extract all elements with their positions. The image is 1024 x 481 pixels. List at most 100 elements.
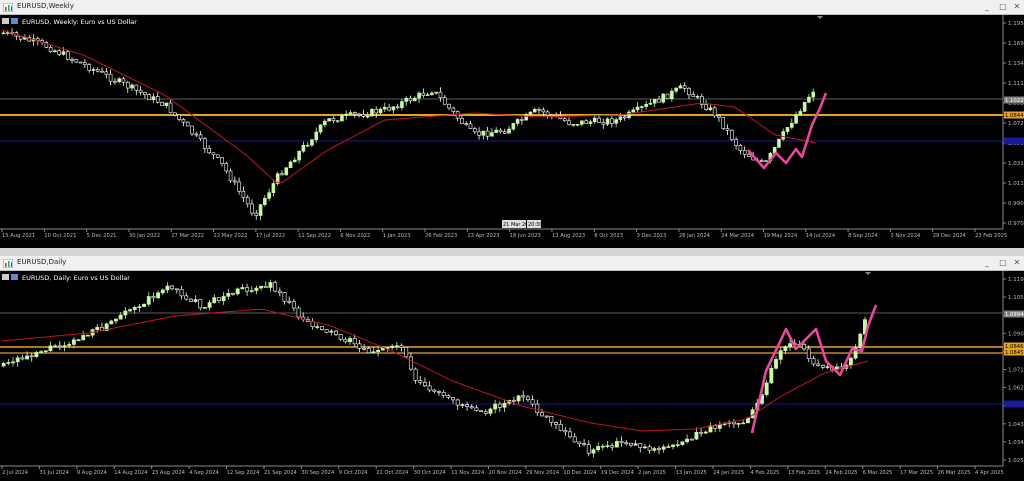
chart-shift-marker — [817, 16, 823, 19]
candle-body — [584, 120, 588, 124]
daily-price-chart[interactable]: EURUSD, Daily: Euro vs US Dollar 1.11965 1… — [0, 271, 1024, 481]
candle-body — [314, 131, 319, 141]
candle-body — [588, 121, 593, 124]
candle-body — [412, 97, 417, 102]
candle-body — [324, 329, 329, 333]
candle-body — [203, 138, 207, 149]
candle-body — [34, 352, 39, 358]
candle-body — [277, 290, 282, 293]
candle-body — [147, 94, 151, 101]
candle-body — [6, 362, 11, 364]
candle-body — [507, 128, 511, 134]
candle-body — [211, 152, 216, 156]
candle-body — [287, 300, 292, 303]
candle-body — [497, 403, 502, 408]
candle-body — [558, 424, 563, 431]
candle-body — [417, 92, 421, 99]
candle-body — [173, 112, 177, 116]
candle-body — [421, 92, 426, 96]
time-tick-label: 1 Jan 2023 — [383, 233, 411, 239]
candle-body — [399, 345, 404, 348]
candle-body — [357, 113, 361, 116]
candle-body — [100, 70, 104, 73]
candle-body — [550, 114, 554, 117]
period-icon — [11, 274, 18, 280]
daily-window-titlebar[interactable]: EURUSD,Daily _ □ ✕ — [0, 256, 1024, 271]
candle-body — [511, 123, 516, 130]
candle-body — [85, 334, 90, 337]
candle-body — [783, 346, 788, 351]
candle-body — [670, 90, 674, 99]
candle-body — [717, 424, 722, 429]
maximize-button[interactable]: □ — [996, 1, 1010, 13]
candle-body — [394, 345, 399, 348]
candle-body — [258, 204, 263, 216]
candle-body — [425, 94, 430, 96]
price-tick-label: 1.11965 — [1008, 277, 1024, 283]
candle-body — [291, 301, 296, 309]
candle-body — [511, 399, 516, 402]
close-button[interactable]: ✕ — [1010, 257, 1024, 269]
candle-body — [563, 430, 568, 433]
time-tick-label: 21 Sep 2024 — [264, 470, 298, 476]
candle-body — [305, 144, 310, 147]
candle-body — [228, 170, 233, 182]
time-tick-label: 4 Apr 2025 — [975, 470, 1004, 476]
candle-body — [788, 343, 792, 347]
candle-body — [493, 403, 498, 410]
candle-body — [224, 163, 229, 172]
candle-body — [87, 64, 91, 71]
candle-body — [168, 102, 173, 114]
candle-body — [221, 296, 226, 301]
time-tick-label: 29 Dec 2024 — [933, 233, 967, 239]
maximize-button[interactable]: □ — [996, 257, 1010, 269]
candle-body — [179, 288, 184, 297]
candle-body — [329, 330, 334, 333]
time-tick-label: 24 Mar 2024 — [721, 233, 755, 239]
minimize-button[interactable]: _ — [980, 257, 994, 269]
candle-body — [376, 349, 381, 353]
time-tick-label: 5 Dec 2021 — [87, 233, 117, 239]
candle-body — [327, 118, 331, 122]
candle-body — [53, 345, 58, 348]
weekly-window-titlebar[interactable]: EURUSD,Weekly _ □ ✕ — [0, 0, 1024, 15]
candle-body — [134, 84, 139, 91]
minimize-button[interactable]: _ — [980, 1, 994, 13]
candle-body — [802, 101, 807, 112]
candle-body — [263, 198, 267, 205]
weekly-price-chart[interactable]: EURUSD, Weekly: Euro vs US Dollar 1.19536… — [0, 15, 1024, 243]
candle-body — [70, 59, 74, 61]
time-tick-label: 9 Oct 2024 — [339, 470, 368, 476]
candle-body — [348, 338, 352, 343]
candle-body — [694, 431, 699, 440]
candle-body — [614, 441, 619, 448]
window-separator — [0, 248, 1024, 256]
candle-body — [71, 339, 76, 345]
candle-body — [288, 161, 293, 169]
candle-body — [125, 81, 130, 89]
candle-body — [67, 344, 72, 346]
time-tick-label: 10 Dec 2024 — [563, 470, 597, 476]
candle-body — [524, 114, 528, 121]
close-button[interactable]: ✕ — [1010, 1, 1024, 13]
candle-body — [516, 395, 521, 402]
candle-body — [675, 444, 680, 446]
time-tick-label: 21 Oct 2024 — [376, 470, 409, 476]
candle-body — [43, 350, 48, 352]
candle-body — [57, 345, 62, 348]
price-tick-label: 1.06255 — [1008, 386, 1024, 392]
candle-body — [391, 106, 396, 111]
time-tick-label: 3 Nov 2024 — [890, 233, 921, 239]
time-scale-strip: 7 Feb 202513 Feb 202519 Feb 16:0024 Feb … — [0, 241, 1024, 257]
candle-body — [465, 404, 470, 407]
candle-body — [661, 446, 666, 450]
candle-body — [764, 160, 768, 163]
candle-body — [652, 448, 657, 451]
candle-body — [736, 423, 741, 425]
candle-body — [418, 380, 423, 383]
time-tick-label: 2 Jan 2025 — [638, 470, 666, 476]
candle-body — [74, 59, 79, 63]
candle-body — [198, 299, 203, 309]
time-tick-label: 19 Dec 2024 — [601, 470, 635, 476]
candle-body — [648, 102, 653, 105]
